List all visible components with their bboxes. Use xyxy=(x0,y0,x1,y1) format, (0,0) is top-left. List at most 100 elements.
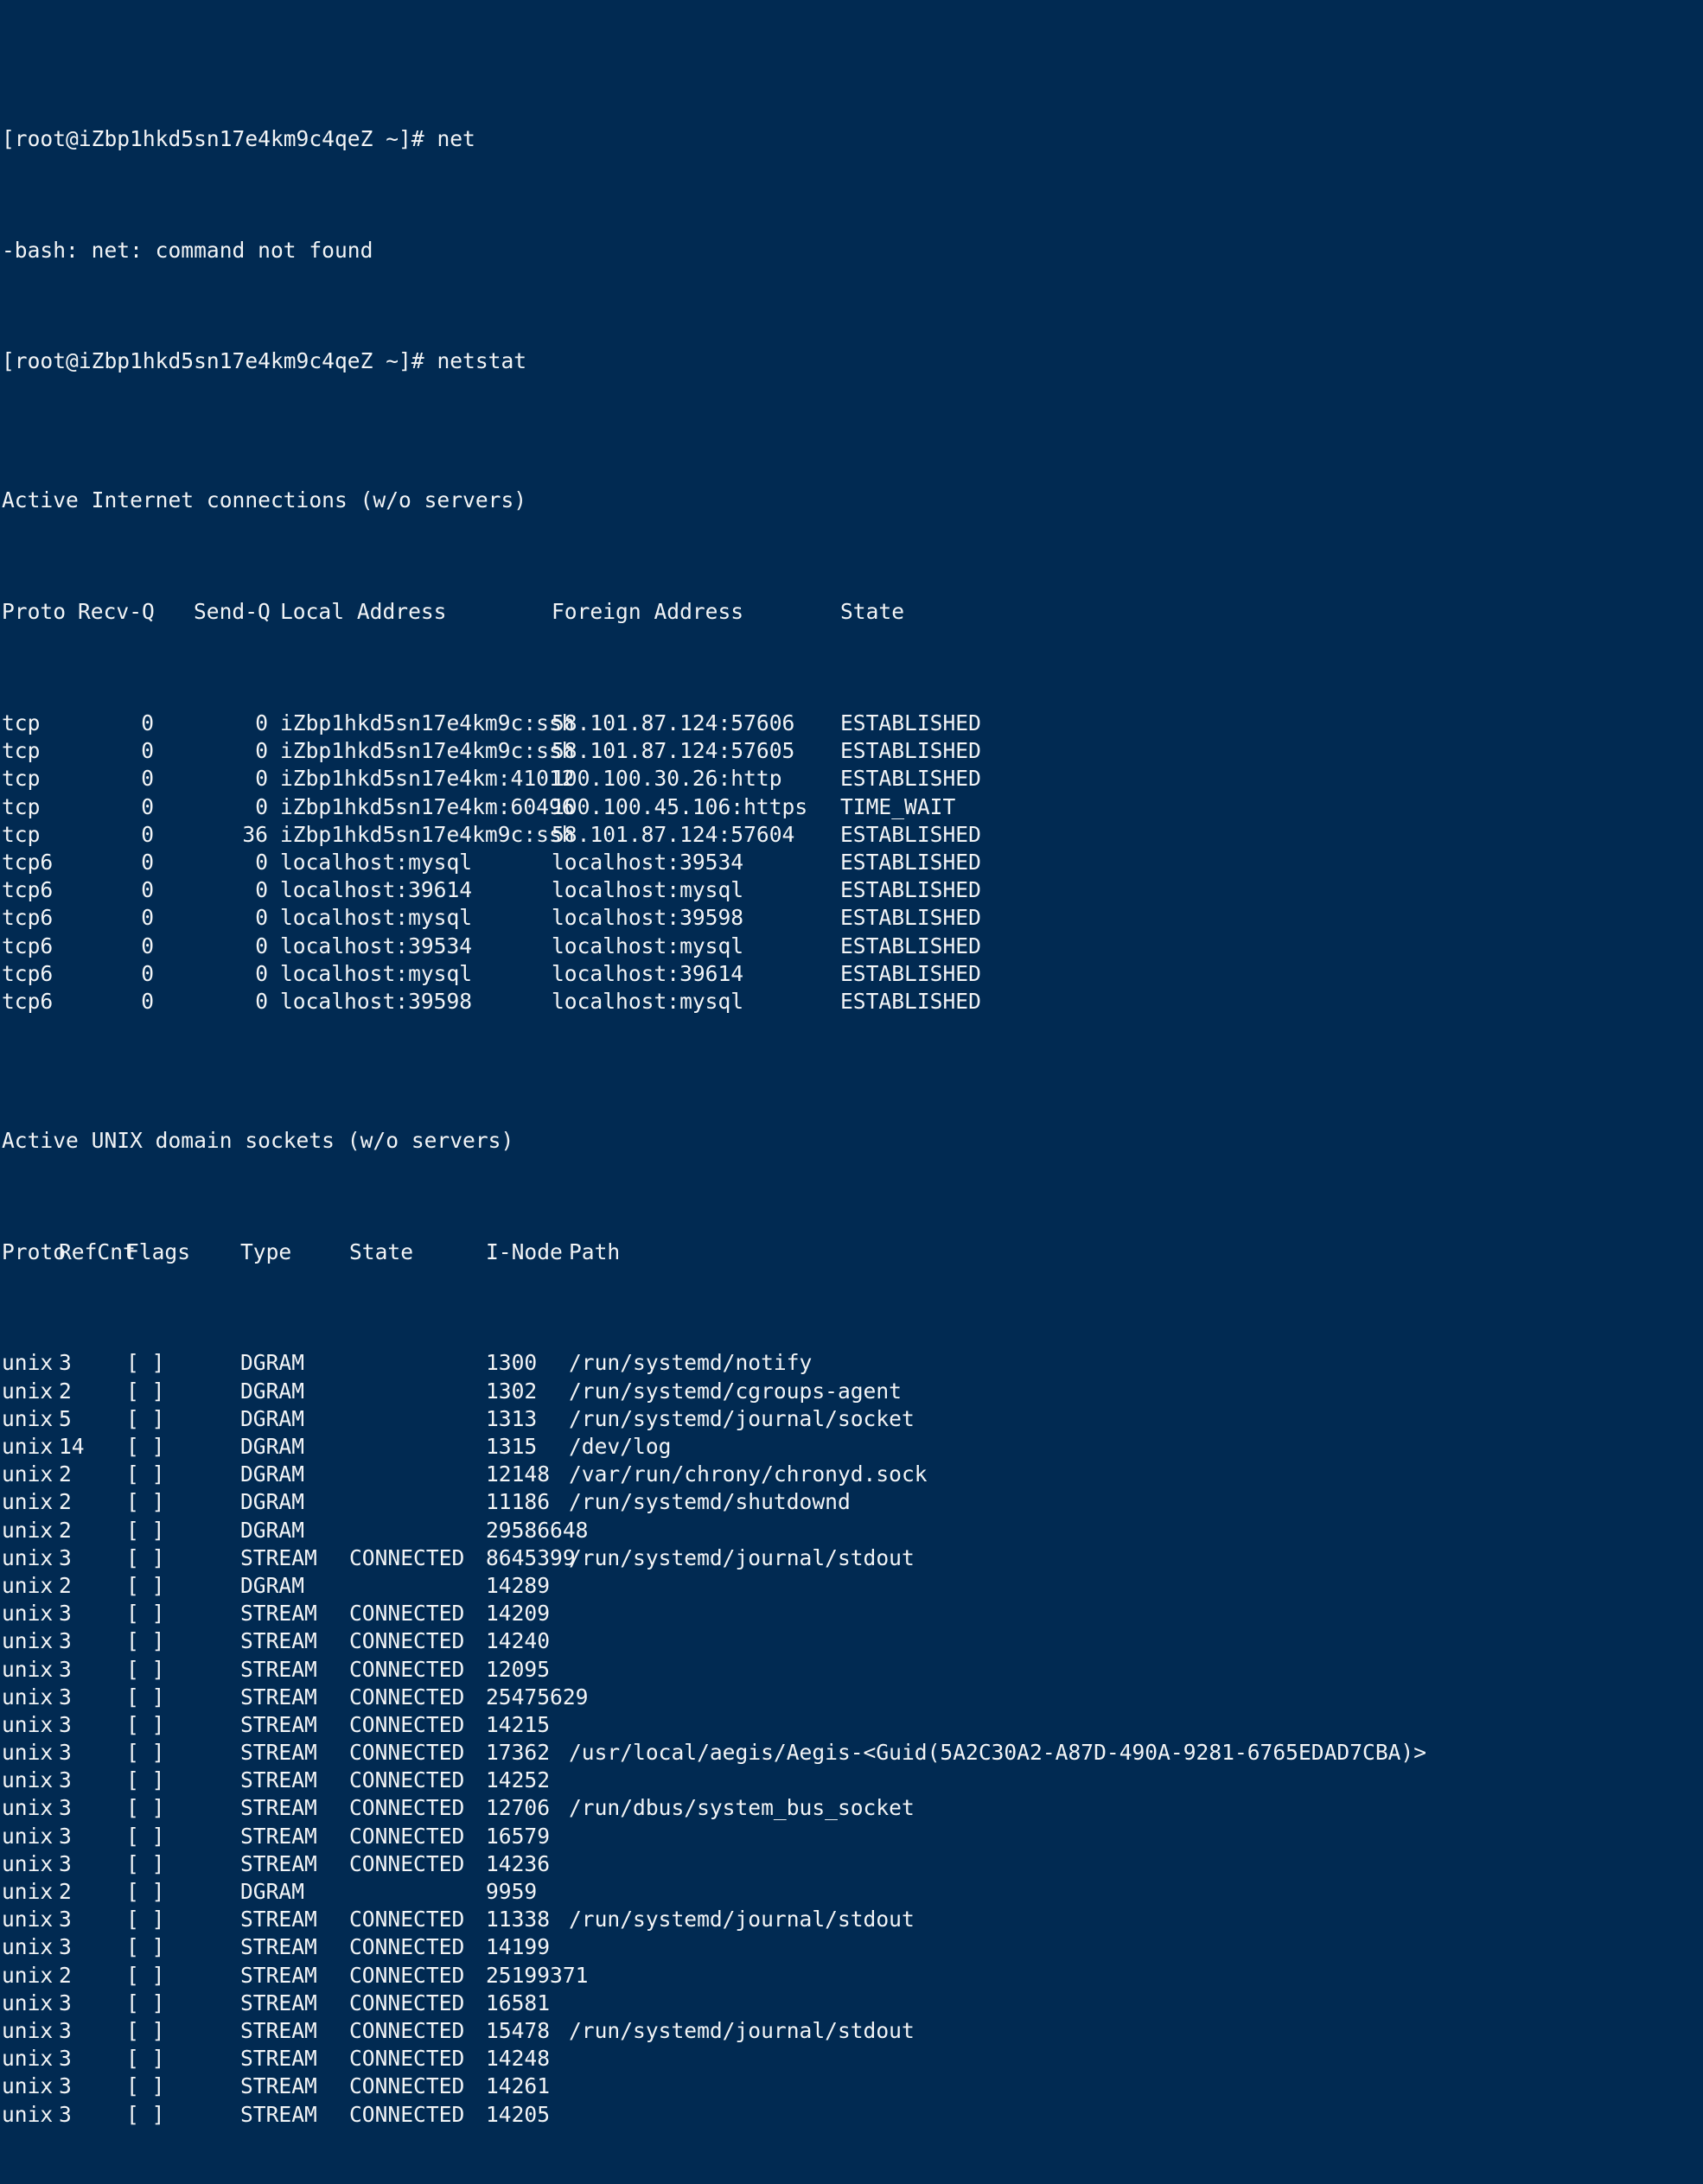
table-row: unix 2 [ ] DGRAM 12148/var/run/chrony/chrony… xyxy=(2,1461,1703,1488)
cell-state: CONNECTED xyxy=(349,2101,465,2127)
cell-recvq: 0 xyxy=(141,877,154,903)
cell-state: CONNECTED xyxy=(349,1990,465,2015)
cell-type: STREAM xyxy=(240,1934,317,1960)
cell-refcnt: 3 xyxy=(59,2073,72,2099)
cell-proto: unix xyxy=(2,1434,54,1460)
cell-refcnt: 3 xyxy=(59,1907,72,1932)
cell-recvq: 0 xyxy=(141,738,154,764)
cell-state: CONNECTED xyxy=(349,1711,465,1737)
cell-sendq: 0 xyxy=(255,933,268,958)
cell-path: /run/systemd/journal/stdout xyxy=(569,2017,915,2043)
cell-inode: 8645399 xyxy=(486,1544,576,1570)
cell-foreign-address: 58.101.87.124:57604 xyxy=(552,821,795,847)
cell-type: DGRAM xyxy=(240,1461,305,1487)
command-line: [root@iZbp1hkd5sn17e4km9c4qeZ ~]# net xyxy=(2,125,1703,153)
unix-table-body: unix 3[ ] DGRAM 1300/run/systemd/notify unix… xyxy=(2,1349,1703,2128)
cell-refcnt: 2 xyxy=(59,1461,72,1487)
cell-state: CONNECTED xyxy=(349,1907,465,1932)
table-row: tcp6 0 0 localhost:mysql localhost:39598 ESTA… xyxy=(2,904,1703,932)
cell-flags: [ ] xyxy=(126,1962,165,1988)
cell-proto: tcp6 xyxy=(2,988,54,1014)
cell-state: CONNECTED xyxy=(349,2017,465,2043)
cell-state: ESTABLISHED xyxy=(840,988,981,1014)
cell-inode: 1313 xyxy=(486,1405,538,1431)
cell-inode: 16581 xyxy=(486,1990,551,2015)
cell-inode: 11186 xyxy=(486,1489,551,1515)
cell-local-address: localhost:39534 xyxy=(280,933,473,958)
cell-refcnt: 3 xyxy=(59,2046,72,2072)
cell-type: STREAM xyxy=(240,1684,317,1710)
header-inode: I-Node xyxy=(486,1238,563,1264)
table-row: unix 3 [ ] STREAM CONNECTED 14205 xyxy=(2,2101,1703,2129)
cell-state: CONNECTED xyxy=(349,2073,465,2099)
header-local-address: Local Address xyxy=(280,599,447,625)
table-row: tcp 0 0 iZbp1hkd5sn17e4km9c:ssh58.101.87.12… xyxy=(2,710,1703,737)
internet-table-header: Proto Recv-Q Send-Q Local Address Foreign Ad… xyxy=(2,598,1703,626)
internet-table-body: tcp 0 0 iZbp1hkd5sn17e4km9c:ssh58.101.87.12… xyxy=(2,710,1703,1016)
cell-foreign-address: localhost:mysql xyxy=(552,933,744,958)
cell-refcnt: 2 xyxy=(59,1962,72,1988)
cell-state: ESTABLISHED xyxy=(840,877,981,903)
table-row: unix 3 [ ] STREAM CONNECTED 14236 xyxy=(2,1850,1703,1878)
table-row: unix 2 [ ] STREAM CONNECTED 25199371 xyxy=(2,1962,1703,1990)
cell-local-address: iZbp1hkd5sn17e4km:60496 xyxy=(280,793,575,819)
header-state: State xyxy=(840,599,905,625)
cell-sendq: 0 xyxy=(255,849,268,875)
table-row: unix 3 [ ] STREAM CONNECTED 14240 xyxy=(2,1627,1703,1655)
cell-flags: [ ] xyxy=(126,1461,165,1487)
cell-refcnt: 3 xyxy=(59,1795,72,1821)
cell-proto: tcp6 xyxy=(2,960,54,986)
cell-state: CONNECTED xyxy=(349,1850,465,1876)
cell-inode: 12706 xyxy=(486,1795,551,1821)
terminal-screen[interactable]: [root@iZbp1hkd5sn17e4km9c4qeZ ~]# net -b… xyxy=(0,0,1703,2127)
cell-refcnt: 3 xyxy=(59,1740,72,1766)
unix-table-header: ProtoRefCntFlags Type State I-Node Path xyxy=(2,1238,1703,1266)
cell-flags: [ ] xyxy=(126,2017,165,2043)
cell-flags: [ ] xyxy=(126,1656,165,1682)
table-row: unix 3 [ ] STREAM CONNECTED 8645399/run/syste… xyxy=(2,1544,1703,1572)
cell-state: CONNECTED xyxy=(349,1656,465,1682)
cell-type: STREAM xyxy=(240,1823,317,1849)
table-row: unix 3 [ ] STREAM CONNECTED 11338/run/systemd… xyxy=(2,1906,1703,1933)
header-refcnt: RefCnt xyxy=(59,1238,136,1264)
cell-inode: 17362 xyxy=(486,1740,551,1766)
cell-recvq: 0 xyxy=(141,793,154,819)
cell-foreign-address: 100.100.30.26:http xyxy=(552,766,782,792)
cell-refcnt: 3 xyxy=(59,1711,72,1737)
table-row: tcp 0 0 iZbp1hkd5sn17e4km9c:ssh58.101.87.12… xyxy=(2,737,1703,765)
header-proto: Proto xyxy=(2,1238,67,1264)
cell-flags: [ ] xyxy=(126,1879,165,1905)
cell-proto: tcp6 xyxy=(2,877,54,903)
cell-flags: [ ] xyxy=(126,1378,165,1404)
header-state: State xyxy=(349,1238,414,1264)
cell-proto: tcp xyxy=(2,710,41,735)
cell-proto: tcp xyxy=(2,821,41,847)
table-row: tcp6 0 0 localhost:39598 localhost:mysql ESTA… xyxy=(2,988,1703,1016)
cell-refcnt: 2 xyxy=(59,1572,72,1598)
cell-type: STREAM xyxy=(240,1850,317,1876)
table-row: unix 3 [ ] STREAM CONNECTED 12095 xyxy=(2,1656,1703,1684)
cell-flags: [ ] xyxy=(126,1350,165,1376)
cell-proto: unix xyxy=(2,1517,54,1543)
cell-proto: unix xyxy=(2,1711,54,1737)
cell-refcnt: 2 xyxy=(59,1517,72,1543)
cell-state: ESTABLISHED xyxy=(840,905,981,931)
cell-proto: tcp6 xyxy=(2,849,54,875)
cell-recvq: 0 xyxy=(141,988,154,1014)
cell-state: CONNECTED xyxy=(349,1795,465,1821)
cell-foreign-address: localhost:39534 xyxy=(552,849,744,875)
cell-type: DGRAM xyxy=(240,1350,305,1376)
cell-proto: unix xyxy=(2,1823,54,1849)
cell-state: CONNECTED xyxy=(349,1823,465,1849)
cell-inode: 14261 xyxy=(486,2073,551,2099)
cell-inode: 25475629 xyxy=(486,1684,589,1710)
cell-proto: unix xyxy=(2,1656,54,1682)
cell-flags: [ ] xyxy=(126,1795,165,1821)
cell-path: /run/systemd/shutdownd xyxy=(569,1489,851,1515)
cell-proto: unix xyxy=(2,1544,54,1570)
cell-state: CONNECTED xyxy=(349,1684,465,1710)
cell-recvq: 0 xyxy=(141,710,154,735)
cell-refcnt: 2 xyxy=(59,1489,72,1515)
table-row: unix 3 [ ] STREAM CONNECTED 14261 xyxy=(2,2073,1703,2100)
cell-local-address: localhost:39614 xyxy=(280,877,473,903)
